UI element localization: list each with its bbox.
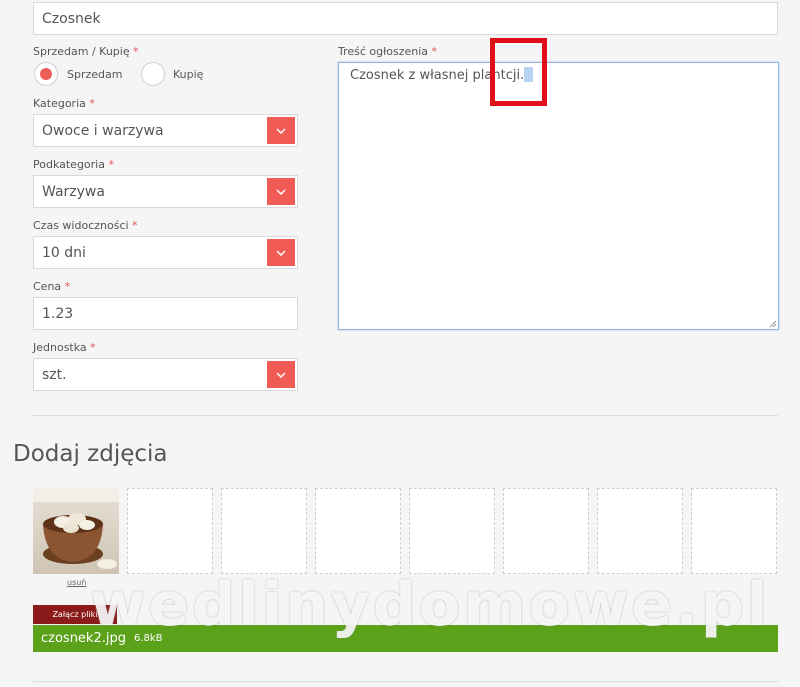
unit-select[interactable]: szt. — [33, 358, 298, 391]
chevron-down-icon — [276, 127, 286, 134]
subcategory-select[interactable]: Warzywa — [33, 175, 298, 208]
unit-dropdown-button[interactable] — [267, 361, 295, 388]
uploaded-file-size: 6.8kB — [133, 633, 163, 644]
photo-slot-empty[interactable] — [221, 488, 307, 574]
description-textarea[interactable]: Czosnek z własnej plantcji. — [338, 62, 779, 330]
category-label: Kategoria * — [33, 97, 95, 110]
price-label: Cena * — [33, 280, 71, 293]
price-value: 1.23 — [42, 305, 74, 322]
price-input[interactable]: 1.23 — [33, 297, 298, 330]
photo-thumbnail[interactable] — [33, 488, 119, 574]
divider — [33, 681, 778, 682]
radio-sell[interactable] — [34, 62, 58, 86]
category-value: Owoce i warzywa — [42, 122, 164, 139]
category-dropdown-button[interactable] — [267, 117, 295, 144]
subcategory-dropdown-button[interactable] — [267, 178, 295, 205]
attach-files-button[interactable]: Załącz pliki — [33, 605, 117, 624]
photos-heading: Dodaj zdjęcia — [13, 441, 168, 467]
chevron-down-icon — [276, 249, 286, 256]
highlight-box — [490, 38, 547, 106]
title-input-value: Czosnek — [42, 10, 101, 27]
description-label: Treść ogłoszenia * — [338, 45, 438, 58]
radio-sell-label[interactable]: Sprzedam — [67, 68, 122, 81]
photo-slot-empty[interactable] — [503, 488, 589, 574]
chevron-down-icon — [276, 371, 286, 378]
radio-buy-label[interactable]: Kupię — [173, 68, 203, 81]
photo-slot-empty[interactable] — [691, 488, 777, 574]
title-input[interactable]: Czosnek — [33, 2, 778, 35]
visibility-dropdown-button[interactable] — [267, 239, 295, 266]
visibility-select[interactable]: 10 dni — [33, 236, 298, 269]
subcategory-value: Warzywa — [42, 183, 105, 200]
unit-label: Jednostka * — [33, 341, 96, 354]
chevron-down-icon — [276, 188, 286, 195]
divider — [33, 415, 778, 416]
trade-type-label: Sprzedam / Kupię * — [33, 45, 139, 58]
photo-slot-empty[interactable] — [409, 488, 495, 574]
resize-handle-icon[interactable] — [769, 320, 777, 328]
uploaded-file-name: czosnek2.jpg — [41, 631, 126, 646]
radio-buy[interactable] — [141, 62, 165, 86]
visibility-value: 10 dni — [42, 244, 86, 261]
uploaded-file-bar: czosnek2.jpg 6.8kB — [33, 625, 778, 652]
photo-slot-empty[interactable] — [127, 488, 213, 574]
garlic-photo-icon — [33, 488, 119, 574]
remove-photo-link[interactable]: usuń — [67, 578, 86, 587]
visibility-label: Czas widoczności * — [33, 219, 138, 232]
unit-value: szt. — [42, 366, 67, 383]
category-select[interactable]: Owoce i warzywa — [33, 114, 298, 147]
subcategory-label: Podkategoria * — [33, 158, 114, 171]
photo-slot-empty[interactable] — [597, 488, 683, 574]
photo-slot-empty[interactable] — [315, 488, 401, 574]
